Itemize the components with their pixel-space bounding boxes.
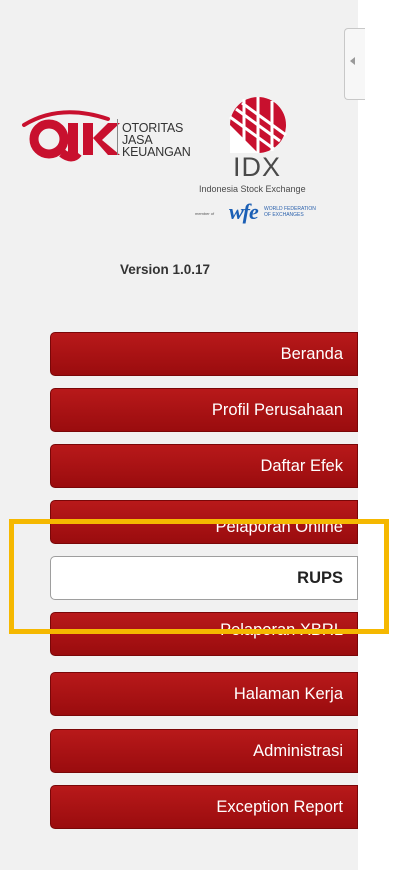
menu-item-halaman-kerja[interactable]: Halaman Kerja: [50, 672, 358, 716]
menu-item-administrasi[interactable]: Administrasi: [50, 729, 358, 773]
menu-item-label: Daftar Efek: [260, 456, 343, 475]
version-label: Version 1.0.17: [120, 262, 211, 277]
idx-logo: [229, 97, 287, 153]
chevron-left-icon: [350, 57, 355, 65]
menu-item-beranda[interactable]: Beranda: [50, 332, 358, 376]
wfe-prefix: member of: [195, 211, 215, 216]
wfe-name-line-2: OF EXCHANGES: [264, 212, 304, 218]
sidebar-collapse-toggle[interactable]: [344, 28, 365, 100]
highlight-box: [9, 519, 389, 634]
ojk-line-3: KEUANGAN: [122, 145, 191, 159]
menu-item-label: Profil Perusahaan: [211, 400, 343, 419]
menu-item-profil-perusahaan[interactable]: Profil Perusahaan: [50, 388, 358, 432]
menu-item-label: Halaman Kerja: [233, 684, 343, 703]
idx-subtitle: Indonesia Stock Exchange: [199, 184, 306, 194]
ojk-divider: [117, 119, 118, 155]
wfe-logo: wfe: [229, 199, 259, 224]
idx-wordmark: IDX: [233, 152, 282, 182]
menu-item-exception-report[interactable]: Exception Report: [50, 785, 358, 829]
menu-item-label: Administrasi: [253, 741, 343, 760]
ojk-text: OTORITAS JASA KEUANGAN: [122, 122, 191, 159]
menu-item-daftar-efek[interactable]: Daftar Efek: [50, 444, 358, 488]
menu-item-label: Beranda: [280, 344, 343, 363]
wfe-name: WORLD FEDERATION OF EXCHANGES: [264, 206, 316, 218]
menu-item-label: Exception Report: [216, 797, 343, 816]
